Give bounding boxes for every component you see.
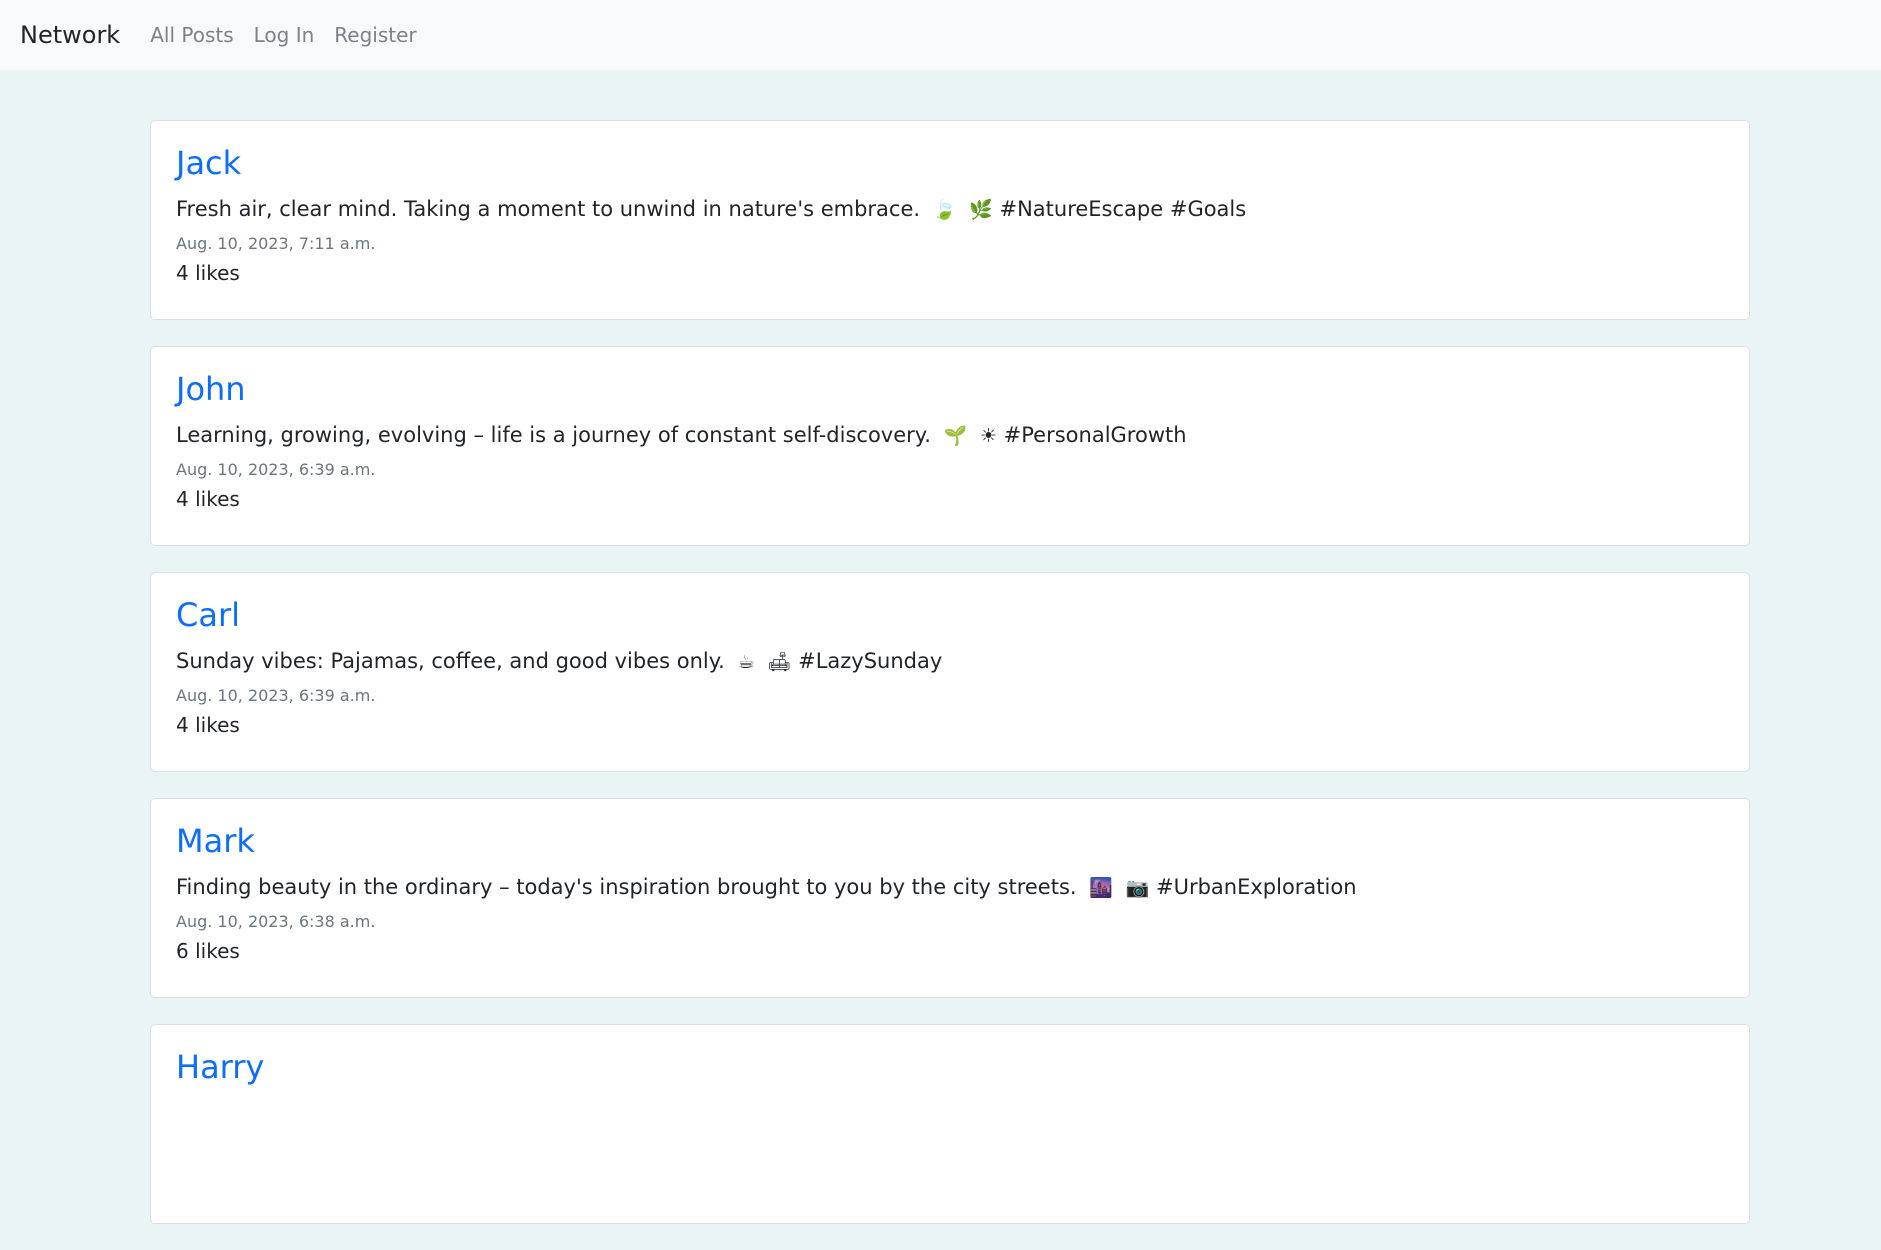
post-text: Fresh air, clear mind. Taking a moment t… (176, 197, 921, 221)
post-timestamp: Aug. 10, 2023, 6:39 a.m. (176, 460, 376, 479)
post-card: John Learning, growing, evolving – life … (150, 346, 1750, 546)
post-author-link[interactable]: John (176, 371, 1724, 407)
post-timestamp: Aug. 10, 2023, 6:38 a.m. (176, 912, 376, 931)
post-author-link[interactable]: Mark (176, 823, 1724, 859)
post-text: Learning, growing, evolving – life is a … (176, 423, 931, 447)
post-likes: 6 likes (176, 939, 240, 963)
post-likes: 4 likes (176, 261, 240, 285)
navbar: Network All Posts Log In Register (0, 0, 1881, 70)
post-likes: 4 likes (176, 487, 240, 511)
nav-link-log-in[interactable]: Log In (254, 23, 315, 47)
seedling-icon: 🌱 (943, 425, 968, 447)
post-tags: #LazySunday (798, 649, 943, 673)
post-author-link[interactable]: Carl (176, 597, 1724, 633)
leaf-icon: 🍃 (932, 199, 957, 221)
post-content: Finding beauty in the ordinary – today's… (176, 873, 1724, 902)
post-content: Learning, growing, evolving – life is a … (176, 421, 1724, 450)
camera-icon: 📷 (1125, 877, 1150, 899)
post-list: Jack Fresh air, clear mind. Taking a mom… (150, 120, 1750, 1250)
post-content: Fresh air, clear mind. Taking a moment t… (176, 195, 1724, 224)
post-card: Harry (150, 1024, 1750, 1224)
post-timestamp: Aug. 10, 2023, 7:11 a.m. (176, 234, 376, 253)
sun-icon: ☀ (979, 425, 997, 447)
post-author-link[interactable]: Jack (176, 145, 1724, 181)
coffee-icon: ☕ (737, 651, 755, 673)
post-tags: #PersonalGrowth (1003, 423, 1187, 447)
post-tags: #NatureEscape #Goals (999, 197, 1247, 221)
post-likes: 4 likes (176, 713, 240, 737)
post-timestamp: Aug. 10, 2023, 6:39 a.m. (176, 686, 376, 705)
cityscape-icon: 🌆 (1089, 877, 1113, 899)
post-text: Finding beauty in the ordinary – today's… (176, 875, 1077, 899)
nav-link-all-posts[interactable]: All Posts (150, 23, 233, 47)
brand-link[interactable]: Network (20, 21, 120, 49)
couch-icon: 🛋 (767, 651, 792, 673)
post-card: Jack Fresh air, clear mind. Taking a mom… (150, 120, 1750, 320)
post-card: Carl Sunday vibes: Pajamas, coffee, and … (150, 572, 1750, 772)
herb-icon: 🌿 (969, 199, 993, 221)
post-tags: #UrbanExploration (1155, 875, 1357, 899)
post-text: Sunday vibes: Pajamas, coffee, and good … (176, 649, 725, 673)
nav-link-register[interactable]: Register (334, 23, 416, 47)
post-card: Mark Finding beauty in the ordinary – to… (150, 798, 1750, 998)
post-content: Sunday vibes: Pajamas, coffee, and good … (176, 647, 1724, 676)
